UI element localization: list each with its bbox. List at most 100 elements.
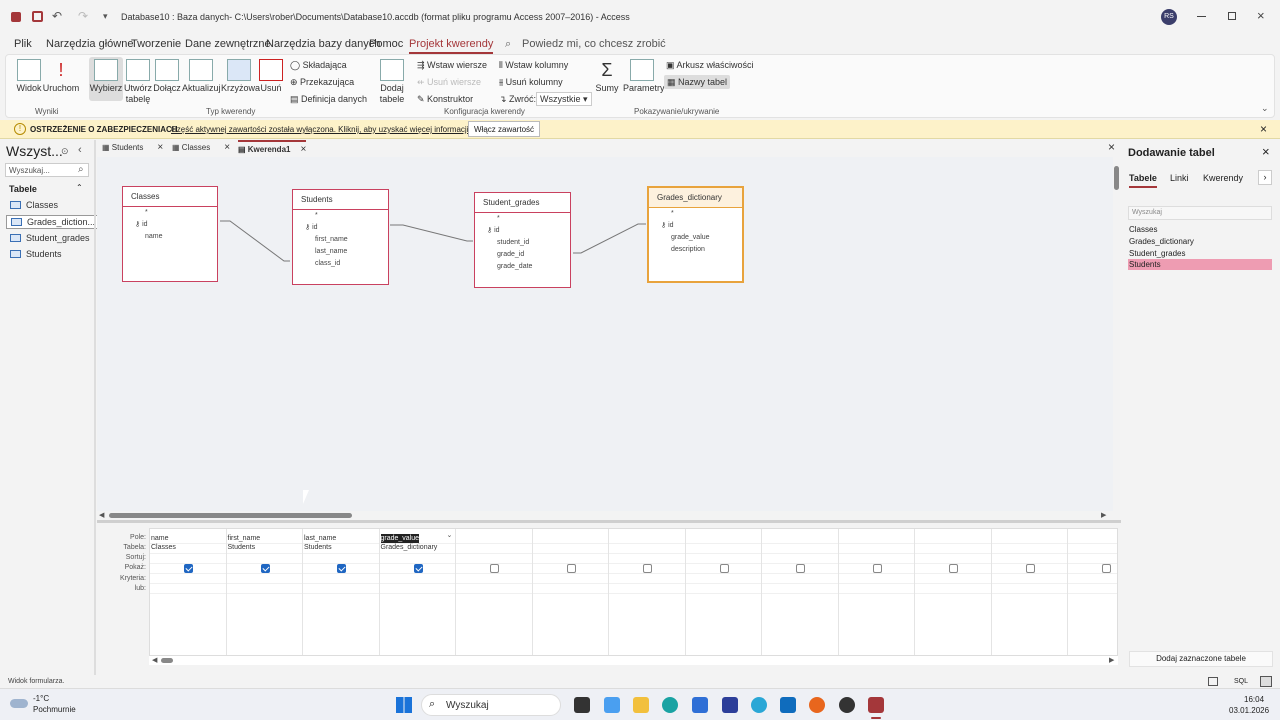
field-all[interactable]: * [123,207,217,219]
scroll-right-icon[interactable]: ▶ [1101,511,1106,519]
field-id[interactable]: ⚷ id [475,225,570,237]
app-dark-icon[interactable] [839,697,855,713]
chevron-up-icon[interactable]: ⌃ [76,183,83,192]
field-class-id[interactable]: class_id [293,258,388,270]
pane-tab-linki[interactable]: Linki [1170,173,1189,183]
store-icon[interactable] [692,697,708,713]
quick-access-more-icon[interactable]: ▾ [103,11,108,22]
pane-item-student-grades[interactable]: Student_grades [1129,249,1272,258]
tab-kwerenda1[interactable]: ▤ Kwerenda1 × [238,140,307,155]
field-all[interactable]: * [649,208,742,220]
show-checkbox[interactable] [643,564,652,573]
nav-group-header[interactable]: Tabele [9,184,37,194]
weather-temperature[interactable]: -1°C [33,694,49,703]
przekazujaca-button[interactable]: ⊕ Przekazująca [290,76,354,88]
add-selected-tables-button[interactable]: Dodaj zaznaczone tabele [1129,651,1273,667]
grid-cell-table[interactable]: Grades_dictionary [381,544,438,551]
grid-horizontal-scrollbar[interactable]: ◀ ▶ [149,656,1118,665]
minimize-icon[interactable] [1197,16,1206,17]
pane-tab-more-icon[interactable]: › [1258,170,1272,185]
grid-cell-table[interactable]: Students [304,544,332,551]
konstruktor-button[interactable]: ✎ Konstruktor [417,93,473,105]
query-design-area[interactable]: Classes * ⚷ id name Students * ⚷ id firs… [97,157,1113,511]
user-avatar[interactable]: RS [1161,9,1177,25]
field-dropdown-icon[interactable]: ⌄ [447,531,453,539]
table-box-title[interactable]: Student_grades [475,193,570,213]
field-grade-value[interactable]: grade_value [649,232,742,244]
field-all[interactable]: * [293,210,388,222]
arkusz-wlasciwosci-button[interactable]: ▣ Arkusz właściwości [666,59,754,71]
dodaj-tabele-button[interactable]: Dodaj tabele [376,59,408,105]
tab-students[interactable]: ▦ Students × [102,142,163,153]
nav-collapse-icon[interactable]: ‹ [78,144,82,156]
aktualizuj-button[interactable]: Aktualizuj [182,59,221,94]
tab-close-icon[interactable]: × [224,142,230,153]
field-student-id[interactable]: student_id [475,237,570,249]
weather-description[interactable]: Pochmurnie [33,705,76,714]
pane-search-input[interactable]: Wyszukaj [1128,206,1272,220]
file-explorer-icon[interactable] [633,697,649,713]
wstaw-kolumny-button[interactable]: ⫴ Wstaw kolumny [499,59,568,71]
save-icon[interactable] [32,11,43,22]
pane-tab-tabele[interactable]: Tabele [1129,173,1157,188]
enable-content-button[interactable]: Włącz zawartość [468,121,541,137]
field-grade-id[interactable]: grade_id [475,249,570,261]
grid-cell-table[interactable]: Students [228,544,256,551]
show-checkbox[interactable] [566,564,576,573]
widok-button[interactable]: Widok [12,59,46,94]
query-design-grid[interactable]: name Classes first_name Students last_name St… [149,528,1145,656]
pane-item-grades-dictionary[interactable]: Grades_dictionary [1129,237,1272,246]
field-first-name[interactable]: first_name [293,234,388,246]
show-checkbox[interactable] [490,564,499,573]
field-id[interactable]: ⚷ id [123,219,217,231]
menu-pomoc[interactable]: Pomoc [369,38,403,50]
grid-cell-table[interactable]: Classes [151,544,176,551]
scrollbar-thumb[interactable] [161,658,173,663]
security-message-link[interactable]: Część aktywnej zawartości została wyłącz… [171,125,471,134]
nav-item-classes[interactable]: Classes [10,200,58,210]
show-checkbox[interactable] [949,564,958,573]
tab-close-icon[interactable]: × [157,142,163,153]
tell-me-input[interactable]: Powiedz mi, co chcesz zrobić [522,38,666,50]
windows-start-icon[interactable] [396,697,412,713]
scrollbar-thumb[interactable] [109,513,352,518]
krzyzowa-button[interactable]: Krzyżowa [221,59,260,94]
grid-cell-field[interactable]: last_name [304,534,336,543]
design-view-icon[interactable] [1260,676,1272,687]
table-box-students[interactable]: Students * ⚷ id first_name last_name cla… [292,189,389,285]
sumy-button[interactable]: Σ Sumy [594,59,620,94]
scroll-left-icon[interactable]: ◀ [152,656,157,664]
grid-cell-field[interactable]: first_name [228,534,261,543]
field-id[interactable]: ⚷ id [293,222,388,234]
clock-time[interactable]: 16:04 [1244,695,1264,704]
menu-dane-zewnetrzne[interactable]: Dane zewnętrzne [185,38,271,50]
nav-item-student-grades[interactable]: Student_grades [10,233,90,243]
pane-close-icon[interactable]: × [1262,144,1270,159]
scroll-left-icon[interactable]: ◀ [99,511,104,519]
show-checkbox[interactable] [872,564,882,573]
show-checkbox[interactable] [413,564,423,573]
table-box-classes[interactable]: Classes * ⚷ id name [122,186,218,282]
tab-close-icon[interactable]: × [300,144,306,155]
show-checkbox[interactable] [719,564,729,573]
show-checkbox[interactable] [184,564,193,573]
upper-horizontal-scrollbar[interactable]: ◀ ▶ [97,511,1113,520]
show-checkbox[interactable] [796,564,805,573]
outlook-icon[interactable] [780,697,796,713]
uruchom-button[interactable]: ! Uruchom [42,59,80,94]
nazwy-tabel-button[interactable]: ▦ Nazwy tabel [664,75,731,89]
nav-item-students[interactable]: Students [10,249,62,259]
nav-header[interactable]: Wszyst... [6,143,63,159]
task-view-icon[interactable] [574,697,590,713]
zwroc-select[interactable]: Wszystkie ▾ [536,92,592,106]
pane-tab-kwerendy[interactable]: Kwerendy [1203,173,1243,183]
grid-cell-field[interactable]: name [151,534,169,543]
skladajaca-button[interactable]: ◯ Składająca [290,59,347,71]
table-box-student-grades[interactable]: Student_grades * ⚷ id student_id grade_i… [474,192,571,288]
pane-splitter[interactable] [97,520,1121,523]
close-icon[interactable]: × [1257,8,1265,23]
show-checkbox[interactable] [337,564,346,573]
ribbon-collapse-icon[interactable]: ⌄ [1261,103,1269,114]
security-close-icon[interactable]: × [1260,122,1267,136]
pane-item-students[interactable]: Students [1128,259,1272,270]
